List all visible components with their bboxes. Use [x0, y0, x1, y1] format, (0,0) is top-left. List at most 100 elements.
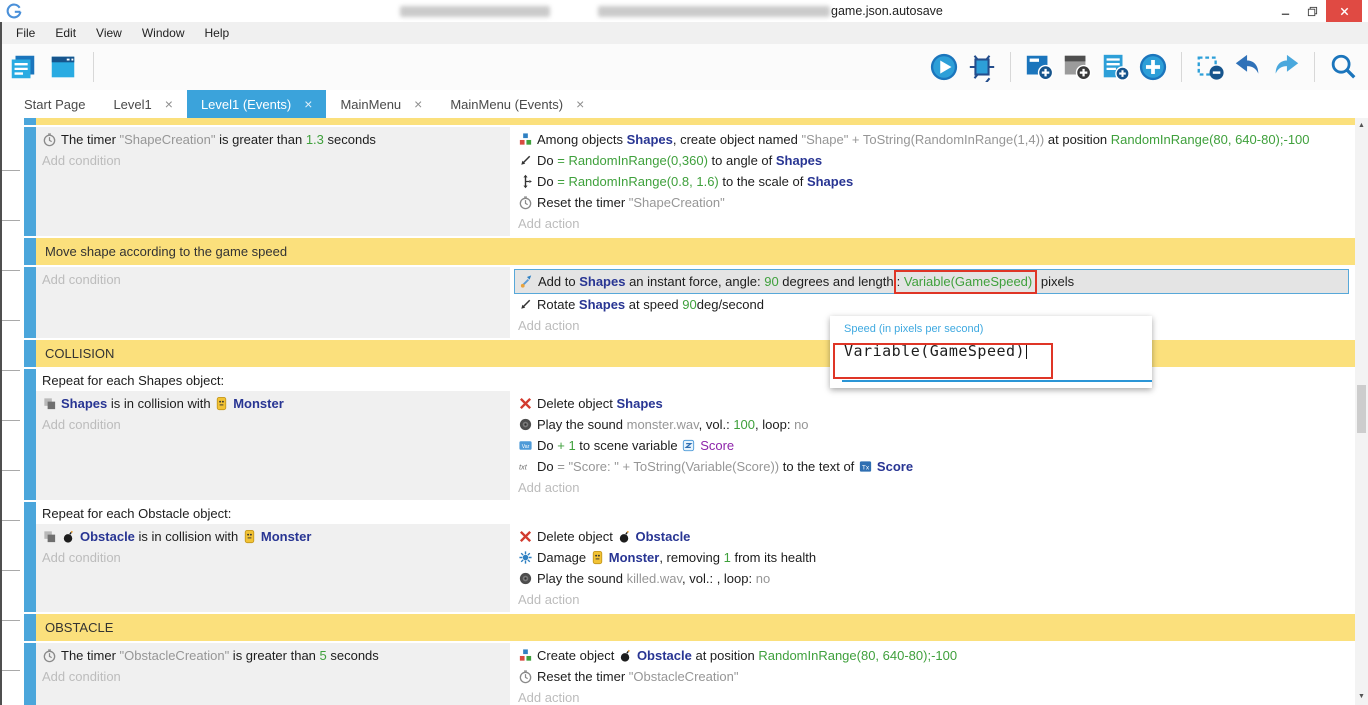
text-segment: Play the sound [537, 571, 627, 586]
text-segment: is greater than [229, 648, 319, 663]
tab-close-icon[interactable]: × [576, 96, 584, 112]
add-condition-link[interactable]: Add condition [36, 150, 510, 171]
text-segment: Create object [537, 648, 618, 663]
condition-line[interactable]: The timer "ObstacleCreation" is greater … [36, 645, 510, 666]
tab-close-icon[interactable]: × [165, 96, 173, 112]
action-line[interactable]: Delete object Obstacle [512, 526, 1355, 547]
ruler-tick [2, 320, 20, 321]
repeat-header[interactable]: Repeat for each Shapes object: [36, 369, 1355, 391]
comment-text: COLLISION [45, 346, 114, 361]
toolbar-separator [1010, 52, 1011, 82]
add-condition-link[interactable]: Add condition [36, 547, 510, 568]
tab-level1-events[interactable]: Level1 (Events) × [187, 90, 327, 118]
action-line[interactable]: VarDo + 1 to scene variable Score [512, 435, 1355, 456]
scroll-up-arrow[interactable]: ▲ [1355, 119, 1368, 133]
parameter-label: Speed (in pixels per second) [830, 316, 1152, 335]
delete-event-icon[interactable] [1195, 52, 1225, 82]
text-segment: : [897, 274, 904, 289]
tab-level1[interactable]: Level1 × [99, 90, 187, 118]
action-line[interactable]: Reset the timer "ObstacleCreation" [512, 666, 1355, 687]
tab-mainmenu[interactable]: MainMenu× [326, 90, 436, 118]
menu-edit[interactable]: Edit [45, 22, 86, 44]
text-segment: Variable(GameSpeed) [904, 274, 1032, 289]
gdevelop-window: game.json.autosave FileEditViewWindowHel… [0, 0, 1368, 705]
ruler-tick [2, 470, 20, 471]
ruler-tick [2, 520, 20, 521]
repeat-header[interactable]: Repeat for each Obstacle object: [36, 502, 1355, 524]
event-left-bar [24, 127, 36, 236]
text-segment: Reset the timer [537, 195, 629, 210]
action-line[interactable]: Play the sound killed.wav, vol.: , loop:… [512, 568, 1355, 589]
text-segment: Monster [233, 396, 284, 411]
add-new-icon[interactable] [1138, 52, 1168, 82]
redo-icon[interactable] [1271, 52, 1301, 82]
action-line[interactable]: Rotate Shapes at speed 90deg/second [512, 294, 1355, 315]
condition-line[interactable]: The timer "ShapeCreation" is greater tha… [36, 129, 510, 150]
event-ruler [0, 118, 24, 705]
action-line[interactable]: Among objects Shapes, create object name… [512, 129, 1324, 150]
comment-row[interactable]: COLLISION [36, 340, 1355, 367]
menu-file[interactable]: File [6, 22, 45, 44]
menu-view[interactable]: View [86, 22, 132, 44]
toolbar [0, 44, 1368, 91]
condition-line[interactable]: Shapes is in collision with Monster [36, 393, 510, 414]
minimize-button[interactable] [1272, 0, 1299, 22]
comment-row[interactable]: OBSTACLE [36, 614, 1355, 641]
add-subevent-icon[interactable] [1062, 52, 1092, 82]
timer-icon [518, 669, 533, 684]
ruler-tick [2, 170, 20, 171]
action-line[interactable]: Do = RandomInRange(0.8, 1.6) to the scal… [512, 171, 1355, 192]
gdevelop-logo-icon [6, 3, 22, 19]
action-line[interactable]: txtDo = "Score: " + ToString(Variable(Sc… [512, 456, 1355, 477]
scroll-thumb[interactable] [1357, 385, 1366, 433]
scroll-down-arrow[interactable]: ▼ [1355, 690, 1368, 704]
text-segment: Shapes [627, 132, 673, 147]
menu-help[interactable]: Help [195, 22, 240, 44]
menu-window[interactable]: Window [132, 22, 195, 44]
add-condition-link[interactable]: Add condition [36, 666, 510, 687]
text-segment: , loop: [755, 417, 794, 432]
tab-close-icon[interactable]: × [414, 96, 422, 112]
comment-row[interactable]: Move shape according to the game speed [36, 238, 1355, 265]
action-line[interactable]: Play the sound monster.wav, vol.: 100, l… [512, 414, 1355, 435]
tab-start-page[interactable]: Start Page [10, 90, 99, 118]
comment-block: COLLISION [24, 340, 1355, 367]
add-comment-icon[interactable] [1100, 52, 1130, 82]
comment-row[interactable] [36, 118, 1355, 125]
variable-icon: Var [518, 438, 533, 453]
add-action-link[interactable]: Add action [512, 589, 1355, 610]
action-line[interactable]: Do = RandomInRange(0,360) to angle of Sh… [512, 150, 1355, 171]
sound-icon [518, 417, 533, 432]
add-action-link[interactable]: Add action [512, 213, 1355, 234]
action-line[interactable]: Add to Shapes an instant force, angle: 9… [514, 269, 1349, 294]
tab-close-icon[interactable]: × [304, 96, 312, 112]
add-condition-link[interactable]: Add condition [36, 269, 510, 290]
play-icon[interactable] [929, 52, 959, 82]
action-line[interactable]: Delete object Shapes [512, 393, 1355, 414]
text-segment: = "Score: " + ToString(Variable(Score)) [557, 459, 779, 474]
add-action-link[interactable]: Add action [512, 687, 1355, 705]
condition-line[interactable]: Obstacle is in collision with Monster [36, 526, 510, 547]
add-event-icon[interactable] [1024, 52, 1054, 82]
vertical-scrollbar[interactable]: ▲ ▼ [1355, 118, 1368, 705]
text-segment: Delete object [537, 529, 617, 544]
close-button[interactable] [1326, 0, 1362, 22]
text-segment: deg/second [697, 297, 764, 312]
text-segment: to the scale of [719, 174, 807, 189]
events-sheet: The timer "ShapeCreation" is greater tha… [24, 118, 1355, 705]
text-segment: 90 [764, 274, 778, 289]
tab-label: Level1 [113, 97, 151, 112]
restore-button[interactable] [1299, 0, 1326, 22]
add-condition-link[interactable]: Add condition [36, 414, 510, 435]
search-icon[interactable] [1328, 52, 1358, 82]
add-action-link[interactable]: Add action [512, 477, 1355, 498]
tab-mainmenu-events[interactable]: MainMenu (Events)× [436, 90, 598, 118]
scene-window-icon[interactable] [48, 52, 78, 82]
action-line[interactable]: Reset the timer "ShapeCreation" [512, 192, 1355, 213]
action-line[interactable]: Damage Monster, removing 1 from its heal… [512, 547, 1355, 568]
project-manager-icon[interactable] [8, 52, 38, 82]
undo-icon[interactable] [1233, 52, 1263, 82]
debug-icon[interactable] [967, 52, 997, 82]
tab-label: Level1 (Events) [201, 97, 291, 112]
action-line[interactable]: Create object Obstacle at position Rando… [512, 645, 1355, 666]
